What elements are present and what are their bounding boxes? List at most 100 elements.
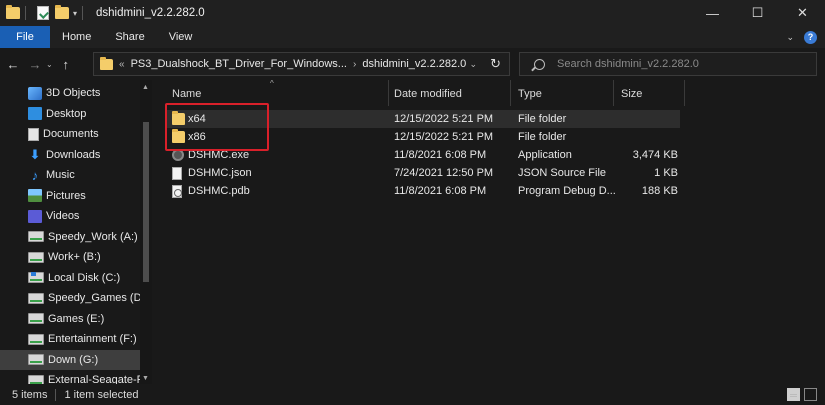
sidebar-item-external-drive[interactable]: External-Seagate-FM: [0, 370, 152, 384]
sidebar-item-label: 3D Objects: [46, 87, 101, 99]
pdb-file-icon: [172, 185, 182, 198]
folder-icon: [100, 56, 113, 70]
refresh-icon[interactable]: ↻: [490, 56, 501, 72]
column-divider[interactable]: [613, 80, 614, 106]
sidebar-item-drive-e[interactable]: Games (E:): [0, 309, 140, 329]
file-date: 7/24/2021 12:50 PM: [394, 167, 494, 179]
drive-icon: [28, 251, 44, 263]
sidebar-item-pictures[interactable]: Pictures: [0, 186, 140, 206]
desktop-icon: [28, 107, 42, 120]
drive-icon: [28, 292, 44, 304]
scroll-down-icon[interactable]: ▼: [142, 375, 149, 382]
breadcrumb-separator[interactable]: ›: [353, 59, 356, 70]
file-list: ^ Name Date modified Type Size x64 12/15…: [152, 79, 825, 384]
sidebar-item-drive-d[interactable]: Speedy_Games (D:): [0, 288, 148, 308]
file-name: x64: [188, 113, 206, 125]
breadcrumb-item[interactable]: PS3_Dualshock_BT_Driver_For_Windows...: [131, 58, 347, 70]
sidebar-item-drive-c[interactable]: Local Disk (C:): [0, 268, 140, 288]
maximize-button[interactable]: ☐: [735, 0, 780, 26]
address-bar[interactable]: « PS3_Dualshock_BT_Driver_For_Windows...…: [93, 52, 510, 76]
sidebar-item-label: Games (E:): [48, 312, 105, 325]
status-bar: 5 items 1 item selected: [0, 384, 825, 405]
minimize-button[interactable]: —: [690, 0, 735, 26]
sidebar-item-drive-b[interactable]: Work+ (B:): [0, 247, 140, 267]
table-row[interactable]: DSHMC.exe 11/8/2021 6:08 PM Application …: [166, 146, 680, 164]
sidebar-item-label: Videos: [46, 210, 80, 222]
table-row[interactable]: x86 12/15/2022 5:21 PM File folder: [166, 128, 680, 146]
folder-icon: [6, 5, 20, 19]
scroll-up-icon[interactable]: ▲: [142, 84, 149, 91]
sidebar-item-label: External-Seagate-FM: [48, 374, 152, 384]
forward-button[interactable]: →: [26, 57, 44, 72]
tab-home[interactable]: Home: [50, 26, 103, 48]
downloads-icon: ⬇: [29, 147, 41, 162]
json-file-icon: [172, 167, 182, 180]
navigation-scrollbar[interactable]: ▲ ▼: [140, 80, 152, 384]
sidebar-item-label: Downloads: [46, 148, 101, 161]
file-name: x86: [188, 131, 206, 143]
table-row[interactable]: DSHMC.pdb 11/8/2021 6:08 PM Program Debu…: [166, 182, 680, 200]
column-header-size[interactable]: Size: [621, 80, 642, 108]
sidebar-item-music[interactable]: ♪ Music: [0, 165, 140, 185]
quick-access-separator: [25, 6, 26, 20]
file-date: 11/8/2021 6:08 PM: [394, 149, 487, 161]
column-divider[interactable]: [684, 80, 685, 106]
table-row[interactable]: DSHMC.json 7/24/2021 12:50 PM JSON Sourc…: [166, 164, 680, 182]
scrollbar-thumb[interactable]: [143, 122, 149, 282]
view-toggle: [783, 388, 817, 401]
sidebar-item-desktop[interactable]: Desktop: [0, 104, 140, 124]
column-header-date-modified[interactable]: Date modified: [394, 80, 462, 108]
address-row: ← → ⌄ ↑ « PS3_Dualshock_BT_Driver_For_Wi…: [0, 48, 825, 80]
sidebar-item-label: Music: [46, 169, 75, 181]
sidebar-item-drive-f[interactable]: Entertainment (F:): [0, 329, 140, 349]
customize-quick-access-icon[interactable]: ▾: [73, 9, 77, 18]
title-bar: ▾ dshidmini_v2.2.282.0 — ☐ ✕: [0, 0, 825, 26]
properties-icon[interactable]: [37, 6, 49, 20]
file-name: DSHMC.json: [188, 167, 252, 179]
sidebar-item-label: Pictures: [46, 189, 86, 202]
search-input[interactable]: Search dshidmini_v2.2.282.0: [519, 52, 817, 76]
recent-locations-icon[interactable]: ⌄: [46, 60, 53, 69]
drive-icon: [28, 354, 44, 365]
sidebar-item-downloads[interactable]: ⬇ Downloads: [0, 145, 140, 165]
help-icon[interactable]: ?: [804, 30, 817, 44]
item-count: 5 items: [12, 388, 48, 401]
column-divider[interactable]: [388, 80, 389, 106]
breadcrumb-item[interactable]: dshidmini_v2.2.282.0: [362, 58, 466, 70]
window-controls: — ☐ ✕: [690, 0, 825, 26]
breadcrumb-overflow-icon[interactable]: «: [119, 59, 125, 70]
folder-icon: [172, 111, 185, 125]
3d-objects-icon: [28, 86, 42, 100]
sidebar-item-documents[interactable]: Documents: [0, 124, 140, 144]
ribbon-tabs: File Home Share View ⌄ ?: [0, 26, 825, 48]
back-button[interactable]: ←: [4, 57, 22, 72]
close-button[interactable]: ✕: [780, 0, 825, 26]
pictures-icon: [28, 189, 42, 202]
folder-icon: [172, 129, 185, 143]
tab-share[interactable]: Share: [103, 26, 156, 48]
application-icon: [172, 149, 184, 161]
drive-icon: [28, 374, 44, 384]
address-dropdown-icon[interactable]: ⌄: [469, 59, 477, 70]
file-date: 12/15/2022 5:21 PM: [394, 113, 494, 125]
tab-file[interactable]: File: [0, 26, 50, 48]
file-size: 3,474 KB: [632, 149, 678, 161]
sidebar-item-drive-g[interactable]: Down (G:): [0, 349, 140, 370]
sidebar-item-videos[interactable]: Videos: [0, 206, 140, 226]
column-header-name[interactable]: Name: [172, 80, 201, 108]
sidebar-item-drive-a[interactable]: Speedy_Work (A:): [0, 227, 140, 247]
column-divider[interactable]: [510, 80, 511, 106]
ribbon-right-controls: ⌄ ?: [786, 26, 825, 48]
drive-icon: [28, 333, 44, 345]
table-row[interactable]: x64 12/15/2022 5:21 PM File folder: [166, 110, 680, 128]
navigation-pane: 3D Objects Desktop Documents ⬇ Downloads…: [0, 80, 152, 384]
column-header-type[interactable]: Type: [518, 80, 542, 108]
details-view-icon[interactable]: [787, 388, 800, 401]
large-icons-view-icon[interactable]: [804, 388, 817, 401]
sidebar-item-label: Work+ (B:): [48, 251, 101, 263]
tab-view[interactable]: View: [157, 26, 205, 48]
expand-ribbon-icon[interactable]: ⌄: [786, 32, 794, 43]
up-button[interactable]: ↑: [57, 57, 75, 72]
sidebar-item-3d-objects[interactable]: 3D Objects: [0, 83, 140, 103]
new-folder-icon[interactable]: [55, 5, 69, 19]
